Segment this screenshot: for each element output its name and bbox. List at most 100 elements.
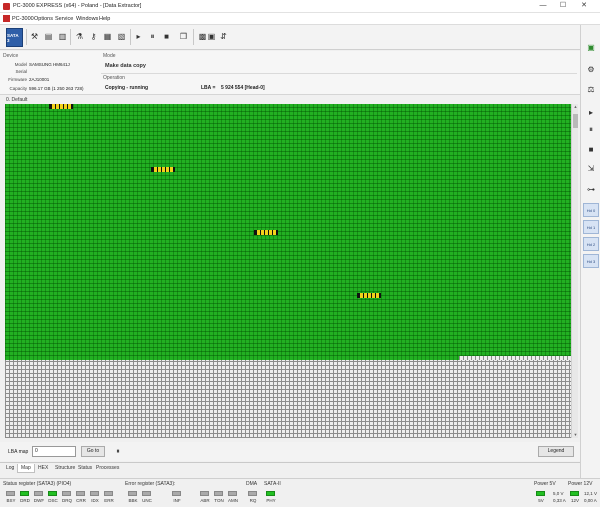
play-icon[interactable]: ▸ (132, 29, 145, 44)
device-value: 596.17 GB (1 250 263 728) (29, 86, 84, 91)
tab-hex[interactable]: HEX (35, 464, 51, 473)
lba-map-input[interactable]: 0 (32, 446, 76, 457)
power-5v-current: 0,33 A (553, 498, 566, 503)
sector-editor-icon[interactable]: ▤ (42, 29, 55, 44)
menu-help[interactable]: Help (99, 16, 110, 22)
head-0-button[interactable]: Hd 0 (583, 203, 599, 217)
tab-map[interactable]: Map (17, 464, 35, 473)
window-title: PC-3000 EXPRESS (x64) - Poland - [Data E… (13, 3, 142, 9)
led-ton (214, 491, 223, 496)
led-label: DSC (48, 498, 58, 503)
led-label: TON (214, 498, 224, 503)
led-bsy (6, 491, 15, 496)
map-scrollbar[interactable]: ▲ ▼ (571, 104, 578, 438)
minimize-button[interactable]: — (536, 1, 550, 11)
led-label: IDX (91, 498, 99, 503)
map-title: 0. Default (6, 97, 28, 103)
map-read-blocks (5, 104, 571, 356)
head-3-label: Hd 3 (586, 258, 596, 264)
tuning-icon[interactable]: ⚖ (584, 82, 598, 96)
operation-caption: Operation (103, 75, 125, 81)
scroll-up-icon[interactable]: ▲ (572, 104, 579, 110)
bottom-tabs: Log Map HEX Structure Status Processes (0, 462, 580, 473)
goto-button[interactable]: Go to (81, 446, 105, 457)
led-power-12v (570, 491, 579, 496)
device-key: Model (14, 62, 27, 67)
led-label: 5V (538, 498, 544, 503)
close-button[interactable]: ✕ (577, 1, 591, 11)
play-icon[interactable]: ▸ (584, 105, 598, 119)
led-dwf (34, 491, 43, 496)
led-drd (20, 491, 29, 496)
dma-title: DMA (246, 481, 258, 487)
led-inf (172, 491, 181, 496)
tab-log[interactable]: Log (3, 464, 17, 473)
map-controls: LBA map 0 Go to ⏸ Legend (0, 442, 580, 461)
utility-icon[interactable]: ⚗ (73, 29, 86, 44)
lba-map-label: LBA map (8, 449, 29, 455)
head-1-button[interactable]: Hd 1 (583, 220, 599, 234)
sata-port-button[interactable]: SATA 3 (6, 28, 23, 47)
power-12v-title: Power 12V (568, 481, 593, 487)
led-phy (266, 491, 275, 496)
map-icon[interactable]: ▧ (115, 29, 128, 44)
active-block (49, 104, 73, 109)
scroll-down-icon[interactable]: ▼ (572, 432, 579, 438)
led-label: ERR (104, 498, 114, 503)
head-3-button[interactable]: Hd 3 (583, 254, 599, 268)
map-pause-button[interactable]: ⏸ (113, 446, 123, 457)
led-label: 12V (570, 498, 579, 503)
led-label: DWF (33, 498, 45, 503)
tab-processes[interactable]: Processes (93, 464, 122, 473)
menu-options[interactable]: Options (34, 16, 53, 22)
menu-windows[interactable]: Windows (76, 16, 98, 22)
legend-button[interactable]: Legend (538, 446, 574, 457)
current-lba-value: 5 924 554 [Head-0] (221, 85, 265, 91)
led-label: UNC (142, 498, 152, 503)
toolbar-divider (70, 29, 71, 45)
settings-icon[interactable]: ⚙ (584, 62, 598, 76)
led-label: DRD (20, 498, 30, 503)
led-amn (228, 491, 237, 496)
current-lba-label: LBA = (201, 85, 216, 91)
led-label: PHY (266, 498, 276, 503)
sector-map[interactable] (5, 104, 571, 438)
device-row: Firmware 2AJ10001 (3, 77, 99, 84)
transfer-icon[interactable]: ⇵ (217, 29, 230, 44)
main-toolbar: SATA 3 ⚒ ▤ ▥ ⚗ ⚷ ▦ ▧ ▸ ⏸ ■ ❒ ▩ ▣ ⇵ (0, 25, 580, 50)
mode-value: Make data copy (105, 63, 146, 69)
key-icon[interactable]: ⚷ (87, 29, 100, 44)
info-panel: Device Model SAMSUNG HM641J Serial Firmw… (0, 51, 580, 95)
head-2-button[interactable]: Hd 2 (583, 237, 599, 251)
led-label: CRR (76, 498, 86, 503)
pause-icon[interactable]: ⏸ (584, 123, 598, 137)
led-err (104, 491, 113, 496)
scrollbar-thumb[interactable] (573, 114, 578, 128)
stop-icon[interactable]: ■ (584, 142, 598, 156)
device-value: 2AJ10001 (29, 77, 50, 82)
led-label: ABR (200, 498, 210, 503)
maximize-button[interactable]: ☐ (556, 1, 570, 11)
heads-icon[interactable]: ⊶ (584, 182, 598, 196)
led-drq (62, 491, 71, 496)
pause-icon[interactable]: ⏸ (146, 29, 159, 44)
led-label: BSY (6, 498, 16, 503)
mode-caption: Mode (103, 53, 116, 59)
led-unc (142, 491, 151, 496)
menu-pc3000[interactable]: PC-3000 (12, 16, 34, 22)
power-5v-title: Power 5V (534, 481, 556, 487)
save-icon[interactable]: ▣ (584, 40, 598, 54)
drive-info-icon[interactable]: ▥ (56, 29, 69, 44)
menu-service[interactable]: Service (55, 16, 73, 22)
power-5v-voltage: 5,0 V (553, 491, 564, 496)
table-icon[interactable]: ▦ (101, 29, 114, 44)
copy-icon[interactable]: ❒ (177, 29, 190, 44)
led-idx (90, 491, 99, 496)
mode-box: Mode Make data copy Operation Copying - … (101, 53, 577, 93)
tools-icon[interactable]: ⚒ (28, 29, 41, 44)
led-label: AMN (228, 498, 238, 503)
stop-icon[interactable]: ■ (160, 29, 173, 44)
map-unread-blocks (5, 360, 571, 438)
device-row: Capacity 596.17 GB (1 250 263 728) (3, 86, 99, 93)
export-icon[interactable]: ⇲ (584, 161, 598, 175)
